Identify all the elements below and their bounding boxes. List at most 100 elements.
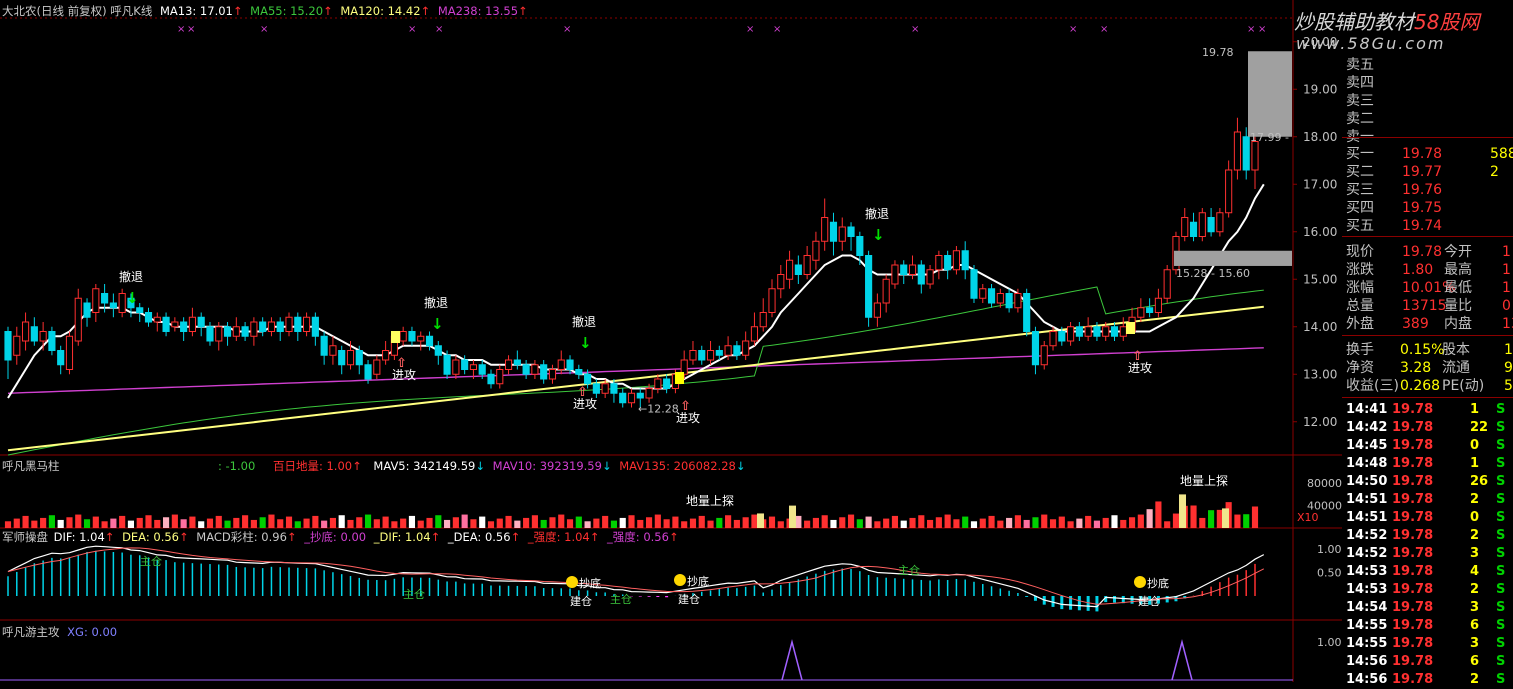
volume-bar <box>259 517 266 528</box>
candle-body <box>1119 326 1127 337</box>
volume-bar <box>645 517 653 528</box>
candle-body <box>364 364 372 380</box>
chart-canvas[interactable]: 12.00 13.00 14.00 15.00 16.00 17.00 18.00 19.00… <box>0 0 1342 682</box>
tick-row: 14:53 19.78 4 S <box>1342 563 1513 581</box>
candle-body <box>1031 331 1040 366</box>
candle-body <box>162 316 170 332</box>
candle-body <box>979 288 987 299</box>
candle-body <box>1005 293 1013 309</box>
candle-body <box>1023 293 1031 332</box>
candle-body <box>408 331 416 342</box>
candle-body <box>303 316 311 332</box>
candle-body <box>838 226 846 242</box>
signal-x-icon: × <box>563 24 571 35</box>
quote-panel: 卖五 卖四 卖三 卖二 卖一 买一 19.78 588 买二 19.77 2 买三 19.76 买四 19.… <box>1342 0 1513 687</box>
candle-body <box>513 359 521 366</box>
candle-body <box>636 392 644 399</box>
stat-label: 换手 <box>1346 342 1374 358</box>
macd-tick-label: 0.50 <box>1317 567 1342 580</box>
stat-row: 净资 3.28 流通 9.4 <box>1342 359 1513 377</box>
zhucang-label: 主仓 <box>610 592 632 606</box>
signal-x-icon: × <box>1247 24 1255 35</box>
candle-body <box>425 335 434 347</box>
tick-row: 14:45 19.78 0 S <box>1342 437 1513 455</box>
tick-side: S <box>1496 402 1506 417</box>
volume-bar <box>452 517 459 528</box>
candle-body <box>847 226 855 237</box>
signal-x-icon: × <box>1069 24 1077 35</box>
xg-signal-spike <box>781 639 803 681</box>
volume-bar <box>1120 519 1127 528</box>
volume-tick-label: 80000 <box>1307 477 1342 490</box>
candle-body <box>1110 326 1119 337</box>
volume-bar <box>531 515 538 528</box>
smiley-icon <box>1134 576 1146 588</box>
candle-body <box>382 350 390 361</box>
volume-bar <box>110 518 117 528</box>
candle-body <box>504 359 513 370</box>
volume-bar <box>66 517 73 528</box>
candle-body <box>285 316 293 332</box>
candle-body <box>654 378 662 389</box>
candle-body <box>21 321 30 342</box>
price-label: ←12.28 <box>638 402 679 415</box>
stat-value: 16. <box>1504 342 1513 358</box>
bid-label: 买三 <box>1346 182 1374 198</box>
volume-bar <box>171 514 178 528</box>
volume-bar <box>514 520 521 528</box>
signal-x-icon: × <box>1100 24 1108 35</box>
quote-label: 内盘 <box>1444 316 1472 332</box>
candle-body <box>926 269 934 285</box>
tick-time: 14:45 <box>1346 438 1388 453</box>
tick-time: 14:54 <box>1346 600 1388 615</box>
bid-row: 买四 19.75 <box>1342 199 1513 217</box>
candle-body <box>1207 217 1215 233</box>
volume-bar <box>558 514 565 528</box>
quote-label: 最高 <box>1444 262 1472 278</box>
candle-body <box>267 321 276 332</box>
tick-time: 14:51 <box>1346 492 1388 507</box>
bid-vol: 588 <box>1490 146 1513 162</box>
volume-bar <box>487 521 495 528</box>
candle-body <box>1146 307 1154 313</box>
candle-body <box>399 331 407 342</box>
volume-bar <box>900 520 907 528</box>
ask-label: 卖五 <box>1346 57 1374 73</box>
tick-row: 14:52 19.78 3 S <box>1342 545 1513 563</box>
ask-label: 卖三 <box>1346 93 1374 109</box>
baiday-label: 百日地量: 1.00 <box>272 459 353 473</box>
candle-body <box>592 383 600 394</box>
candle-body <box>461 359 469 370</box>
candle-body <box>144 312 153 323</box>
candle-body <box>109 302 117 309</box>
volume-bar <box>1049 519 1057 528</box>
bid-row: 买五 19.74 <box>1342 217 1513 235</box>
tick-vol: 26 <box>1470 474 1489 489</box>
volume-bar <box>1164 521 1171 528</box>
tick-row: 14:41 19.78 1 S <box>1342 401 1513 419</box>
candle-body <box>4 331 12 361</box>
support-box <box>1174 250 1292 266</box>
ask-row: 卖五 <box>1342 56 1513 74</box>
tick-time: 14:41 <box>1346 402 1388 417</box>
tick-row: 14:51 19.78 2 S <box>1342 491 1513 509</box>
candle-body <box>171 321 179 328</box>
volume-bar <box>312 515 319 528</box>
candle-body <box>136 307 144 313</box>
volume-bar <box>180 519 187 528</box>
tick-time: 14:42 <box>1346 420 1388 435</box>
candle-body <box>1084 326 1092 337</box>
candle-body <box>417 335 425 342</box>
stat-label: 收益(三) <box>1346 378 1399 394</box>
tick-side: S <box>1496 618 1506 633</box>
volume-title: 呼凡黑马柱 <box>2 459 60 473</box>
price-tick-label: 18.00 <box>1303 130 1337 144</box>
volume-bar <box>768 516 776 528</box>
up-arrow-icon: ↑ <box>430 530 441 544</box>
volume-bar <box>1199 517 1206 528</box>
volume-bar <box>1076 518 1083 528</box>
volume-bar <box>619 517 626 528</box>
volume-bar <box>918 515 925 528</box>
down-arrow-icon: ↓ <box>601 459 612 473</box>
dif-label: DIF: 1.04 <box>53 530 105 544</box>
